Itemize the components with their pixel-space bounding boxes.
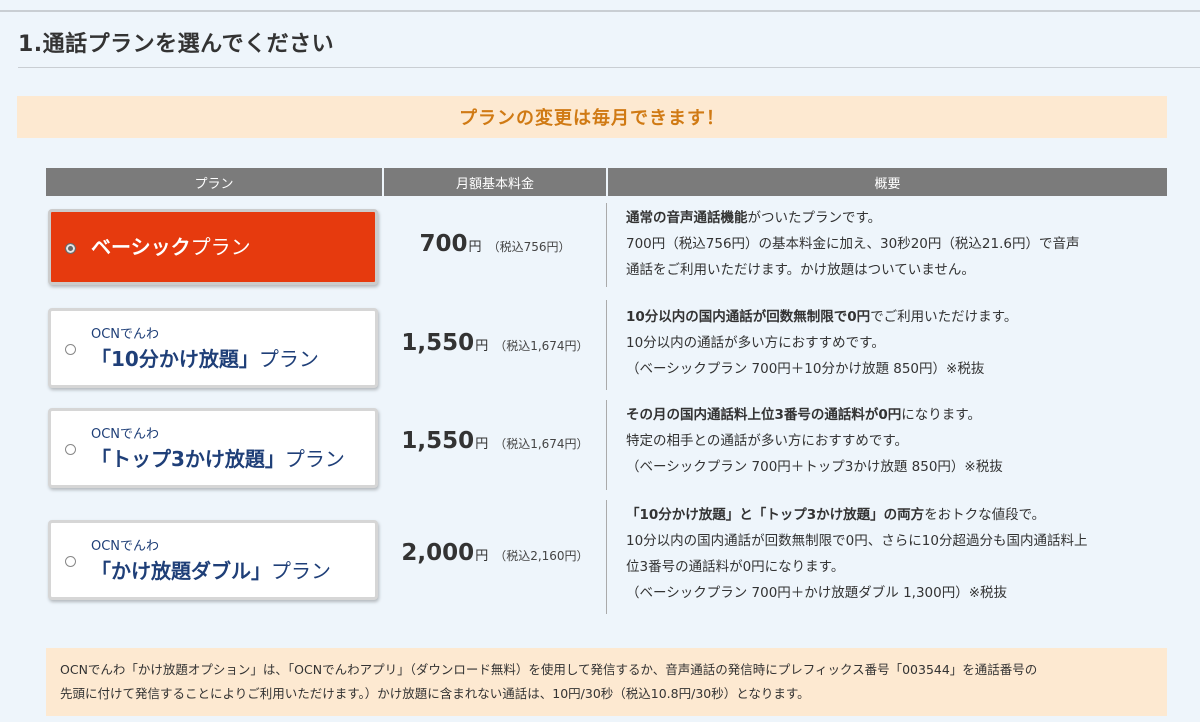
section-title: 1.通話プランを選んでください <box>18 32 335 57</box>
plan-option-double[interactable]: OCNでんわ 「かけ放題ダブル」プラン <box>48 520 378 600</box>
price-top3: 1,550 円 （税込1,674円） <box>401 428 589 454</box>
footer-note: OCNでんわ「かけ放題オプション」は、「OCNでんわアプリ」（ダウンロード無料）… <box>46 648 1167 716</box>
plan-row-double: OCNでんわ 「かけ放題ダブル」プラン 2,000 円 （税込2,160円） 「… <box>46 498 1167 616</box>
radio-10min[interactable] <box>65 344 76 355</box>
column-divider <box>606 400 607 490</box>
plan-option-top3[interactable]: OCNでんわ 「トップ3かけ放題」プラン <box>48 408 378 488</box>
plan-prefix: OCNでんわ <box>91 327 160 342</box>
header-plan: プラン <box>46 168 382 196</box>
plan-name-double: 「かけ放題ダブル」プラン <box>91 559 331 583</box>
radio-double[interactable] <box>65 556 76 567</box>
plan-name-basic: ベーシックプラン <box>91 235 251 259</box>
plan-option-10min[interactable]: OCNでんわ 「10分かけ放題」プラン <box>48 308 378 388</box>
desc-top3: その月の国内通話料上位3番号の通話料が0円になります。 特定の相手との通話が多い… <box>626 407 1003 475</box>
top-divider <box>0 10 1200 12</box>
plan-option-basic[interactable]: ベーシックプラン <box>48 209 378 285</box>
desc-double: 「10分かけ放題」と「トップ3かけ放題」の両方をおトクな値段で。 10分以内の国… <box>626 507 1088 601</box>
desc-10min: 10分以内の国内通話が回数無制限で0円でご利用いただけます。 10分以内の通話が… <box>626 309 1018 377</box>
header-summary: 概要 <box>608 168 1167 196</box>
plan-change-notice: プランの変更は毎月できます！ <box>17 96 1167 138</box>
plan-row-10min: OCNでんわ 「10分かけ放題」プラン 1,550 円 （税込1,674円） 1… <box>46 300 1167 390</box>
title-divider <box>18 67 1200 68</box>
plan-name-10min: 「10分かけ放題」プラン <box>91 347 319 371</box>
footer-line-1: OCNでんわ「かけ放題オプション」は、「OCNでんわアプリ」（ダウンロード無料）… <box>60 662 1038 677</box>
plan-row-top3: OCNでんわ 「トップ3かけ放題」プラン 1,550 円 （税込1,674円） … <box>46 398 1167 490</box>
column-divider <box>606 203 607 287</box>
header-monthly-fee: 月額基本料金 <box>384 168 606 196</box>
plan-row-basic: ベーシックプラン 700 円 （税込756円） 通常の音声通話機能がついたプラン… <box>46 201 1167 291</box>
column-divider <box>606 500 607 614</box>
footer-line-2: 先頭に付けて発信することによりご利用いただけます。）かけ放題に含まれない通話は、… <box>60 686 810 701</box>
plan-name-top3: 「トップ3かけ放題」プラン <box>91 447 345 471</box>
price-10min: 1,550 円 （税込1,674円） <box>401 330 589 356</box>
plan-prefix: OCNでんわ <box>91 427 160 442</box>
plan-table-header: プラン 月額基本料金 概要 <box>46 168 1167 196</box>
notice-text: プランの変更は毎月できます！ <box>459 108 725 129</box>
radio-top3[interactable] <box>65 444 76 455</box>
plan-prefix: OCNでんわ <box>91 539 160 554</box>
radio-basic[interactable] <box>65 243 76 254</box>
column-divider <box>606 300 607 390</box>
price-basic: 700 円 （税込756円） <box>419 231 571 257</box>
price-double: 2,000 円 （税込2,160円） <box>401 540 589 566</box>
desc-basic: 通常の音声通話機能がついたプランです。 700円（税込756円）の基本料金に加え… <box>626 210 1080 278</box>
